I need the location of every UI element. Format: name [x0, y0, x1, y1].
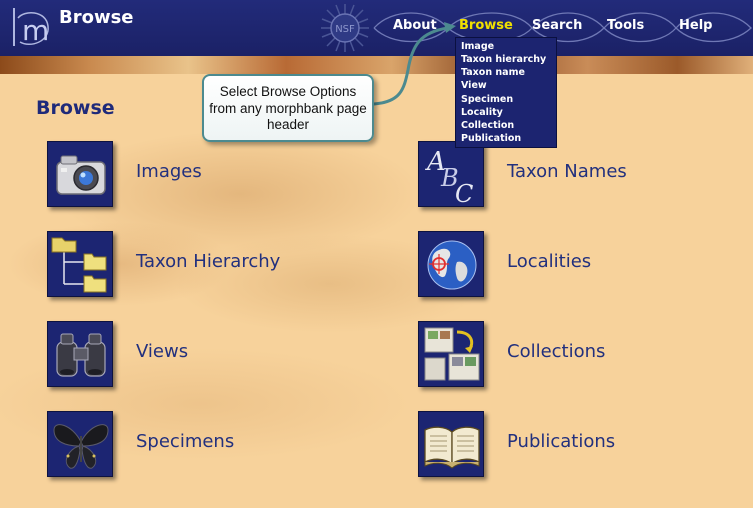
- browse-specimens-label[interactable]: Specimens: [136, 431, 234, 452]
- browse-publications-label[interactable]: Publications: [507, 431, 615, 452]
- svg-text:NSF: NSF: [335, 24, 355, 35]
- browse-images-label[interactable]: Images: [136, 161, 202, 182]
- collection-icon[interactable]: [418, 321, 484, 387]
- nsf-seal-icon: NSF: [318, 2, 372, 54]
- menu-item-view[interactable]: View: [461, 80, 487, 91]
- menu-item-publication[interactable]: Publication: [461, 133, 521, 144]
- menu-item-taxon-name[interactable]: Taxon name: [461, 67, 525, 78]
- page-header: m Browse NSF About Browse Search Tools H…: [0, 0, 753, 56]
- callout-text: Select Browse Options from any morphbank…: [209, 84, 367, 132]
- butterfly-icon[interactable]: [47, 411, 113, 477]
- menu-item-taxon-hierarchy[interactable]: Taxon hierarchy: [461, 54, 546, 65]
- browse-views-label[interactable]: Views: [136, 341, 188, 362]
- nav-about[interactable]: About: [393, 18, 437, 33]
- book-icon[interactable]: [418, 411, 484, 477]
- browse-dropdown-menu: Image Taxon hierarchy Taxon name View Sp…: [455, 37, 557, 148]
- abc-letters-icon[interactable]: A B C: [418, 141, 484, 207]
- page-title: Browse: [59, 7, 134, 28]
- svg-text:m: m: [22, 14, 49, 47]
- section-heading: Browse: [36, 97, 115, 119]
- menu-item-specimen[interactable]: Specimen: [461, 94, 513, 105]
- folder-tree-icon[interactable]: [47, 231, 113, 297]
- binoculars-icon[interactable]: [47, 321, 113, 387]
- header-image-strip: [0, 56, 753, 74]
- nav-tools[interactable]: Tools: [607, 18, 644, 33]
- nav-browse[interactable]: Browse: [459, 18, 513, 33]
- callout-box: Select Browse Options from any morphbank…: [202, 74, 374, 142]
- menu-item-image[interactable]: Image: [461, 41, 494, 52]
- browse-localities-label[interactable]: Localities: [507, 251, 591, 272]
- browse-collections-label[interactable]: Collections: [507, 341, 605, 362]
- globe-icon[interactable]: [418, 231, 484, 297]
- morphbank-logo[interactable]: m: [8, 4, 52, 50]
- menu-item-collection[interactable]: Collection: [461, 120, 514, 131]
- nav-help[interactable]: Help: [679, 18, 712, 33]
- nav-search[interactable]: Search: [532, 18, 582, 33]
- menu-item-locality[interactable]: Locality: [461, 107, 503, 118]
- browse-taxon-hierarchy-label[interactable]: Taxon Hierarchy: [136, 251, 280, 272]
- browse-taxon-names-label[interactable]: Taxon Names: [507, 161, 627, 182]
- svg-text:C: C: [455, 180, 473, 207]
- camera-icon[interactable]: [47, 141, 113, 207]
